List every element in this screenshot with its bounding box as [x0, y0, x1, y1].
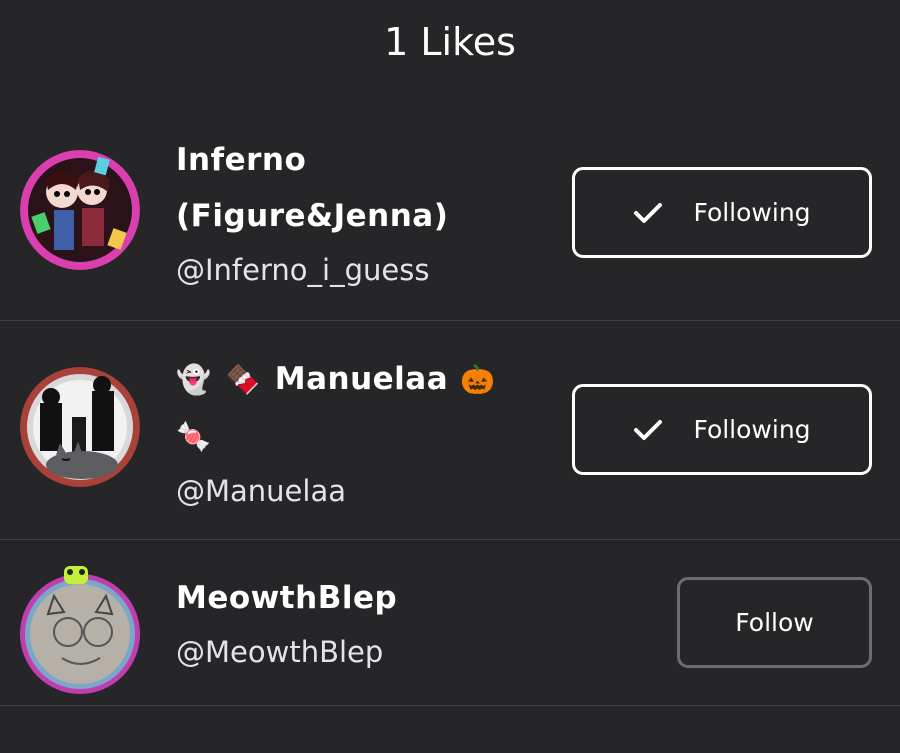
jack-o-lantern-icon: 🎃	[460, 363, 496, 396]
follow-button[interactable]: Follow	[677, 577, 872, 668]
list-item[interactable]: 👻 🍫 Manuelaa 🎃 🍬 @Manuelaa Following	[0, 321, 900, 540]
following-button[interactable]: Following	[572, 384, 872, 475]
display-name-row: 🍬	[176, 408, 556, 465]
chocolate-icon: 🍫	[225, 363, 261, 396]
username: @MeowthBlep	[176, 635, 384, 669]
display-name: MeowthBlep	[176, 580, 398, 616]
following-button-label: Following	[693, 415, 811, 444]
avatar[interactable]	[20, 367, 140, 487]
username: @Manuelaa	[176, 474, 346, 508]
list-item[interactable]: MeowthBlep @MeowthBlep Follow	[0, 540, 900, 706]
following-button[interactable]: Following	[572, 167, 872, 258]
header: 1 Likes	[0, 0, 900, 92]
display-name: (Figure&Jenna)	[176, 198, 449, 234]
check-icon	[634, 202, 663, 223]
avatar-image	[20, 150, 140, 270]
following-button-label: Following	[693, 198, 811, 227]
user-info[interactable]: MeowthBlep @MeowthBlep	[176, 570, 536, 678]
avatar[interactable]	[20, 564, 140, 694]
display-name: Inferno	[176, 142, 307, 178]
check-icon	[634, 419, 663, 440]
likes-count-title: 1 Likes	[384, 20, 516, 64]
follow-button-label: Follow	[735, 608, 814, 637]
display-name: Manuelaa	[274, 361, 449, 397]
username: @Inferno_i_guess	[176, 253, 430, 287]
list-item[interactable]: Inferno (Figure&Jenna) @Inferno_i_guess …	[0, 104, 900, 321]
avatar-image	[20, 367, 140, 487]
avatar-image	[20, 566, 140, 694]
display-name-row: 👻 🍫 Manuelaa 🎃	[176, 351, 556, 408]
ghost-icon: 👻	[176, 363, 212, 396]
avatar[interactable]	[20, 150, 140, 270]
user-info[interactable]: Inferno (Figure&Jenna) @Inferno_i_guess	[176, 132, 536, 296]
user-info[interactable]: 👻 🍫 Manuelaa 🎃 🍬 @Manuelaa	[176, 351, 556, 517]
candy-icon: 🍬	[176, 420, 212, 453]
